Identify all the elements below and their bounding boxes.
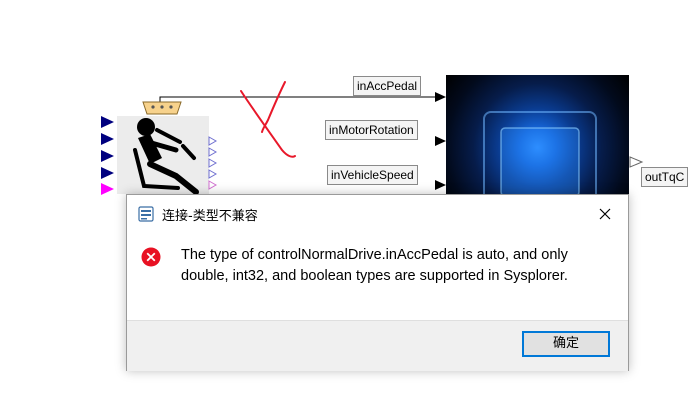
arrow-vehicle-speed bbox=[435, 180, 446, 190]
app-window-icon bbox=[138, 206, 154, 222]
input-port-4 bbox=[101, 167, 114, 179]
driver-output-3 bbox=[208, 158, 218, 168]
close-button[interactable] bbox=[582, 195, 628, 233]
red-annotation-mark bbox=[240, 81, 296, 158]
driver-output-4 bbox=[208, 169, 218, 179]
cpu-chip-icon bbox=[483, 111, 597, 200]
arrow-acc-pedal bbox=[435, 92, 446, 102]
port-label-outtqc[interactable]: outTqC bbox=[641, 167, 689, 187]
controller-block[interactable] bbox=[446, 75, 629, 200]
driver-output-5 bbox=[208, 180, 218, 190]
arrow-motor-rotation bbox=[435, 136, 446, 146]
error-icon bbox=[141, 247, 161, 267]
close-icon bbox=[599, 208, 611, 220]
dialog-titlebar[interactable]: 连接-类型不兼容 bbox=[127, 195, 628, 233]
input-port-3 bbox=[101, 150, 114, 162]
port-label-inmotorrotation[interactable]: inMotorRotation bbox=[325, 120, 418, 140]
input-port-2 bbox=[101, 133, 114, 145]
connector-plug-icon bbox=[142, 101, 182, 115]
dialog-footer: 确定 bbox=[127, 320, 628, 371]
error-message: The type of controlNormalDrive.inAccPeda… bbox=[181, 247, 568, 284]
driver-output-1 bbox=[208, 136, 218, 146]
input-port-5 bbox=[101, 183, 114, 195]
driver-output-2 bbox=[208, 147, 218, 157]
port-label-invehiclespeed[interactable]: inVehicleSpeed bbox=[327, 165, 418, 185]
input-port-1 bbox=[101, 116, 114, 128]
seated-driver-icon bbox=[133, 118, 199, 195]
output-port-triangle bbox=[629, 156, 644, 168]
dialog-title: 连接-类型不兼容 bbox=[162, 209, 258, 224]
ok-button[interactable]: 确定 bbox=[522, 331, 610, 357]
port-label-inaccpedal[interactable]: inAccPedal bbox=[353, 76, 422, 96]
connection-acc-pedal bbox=[159, 96, 437, 104]
error-dialog: 连接-类型不兼容 The type of controlNormalDrive.… bbox=[126, 194, 629, 371]
